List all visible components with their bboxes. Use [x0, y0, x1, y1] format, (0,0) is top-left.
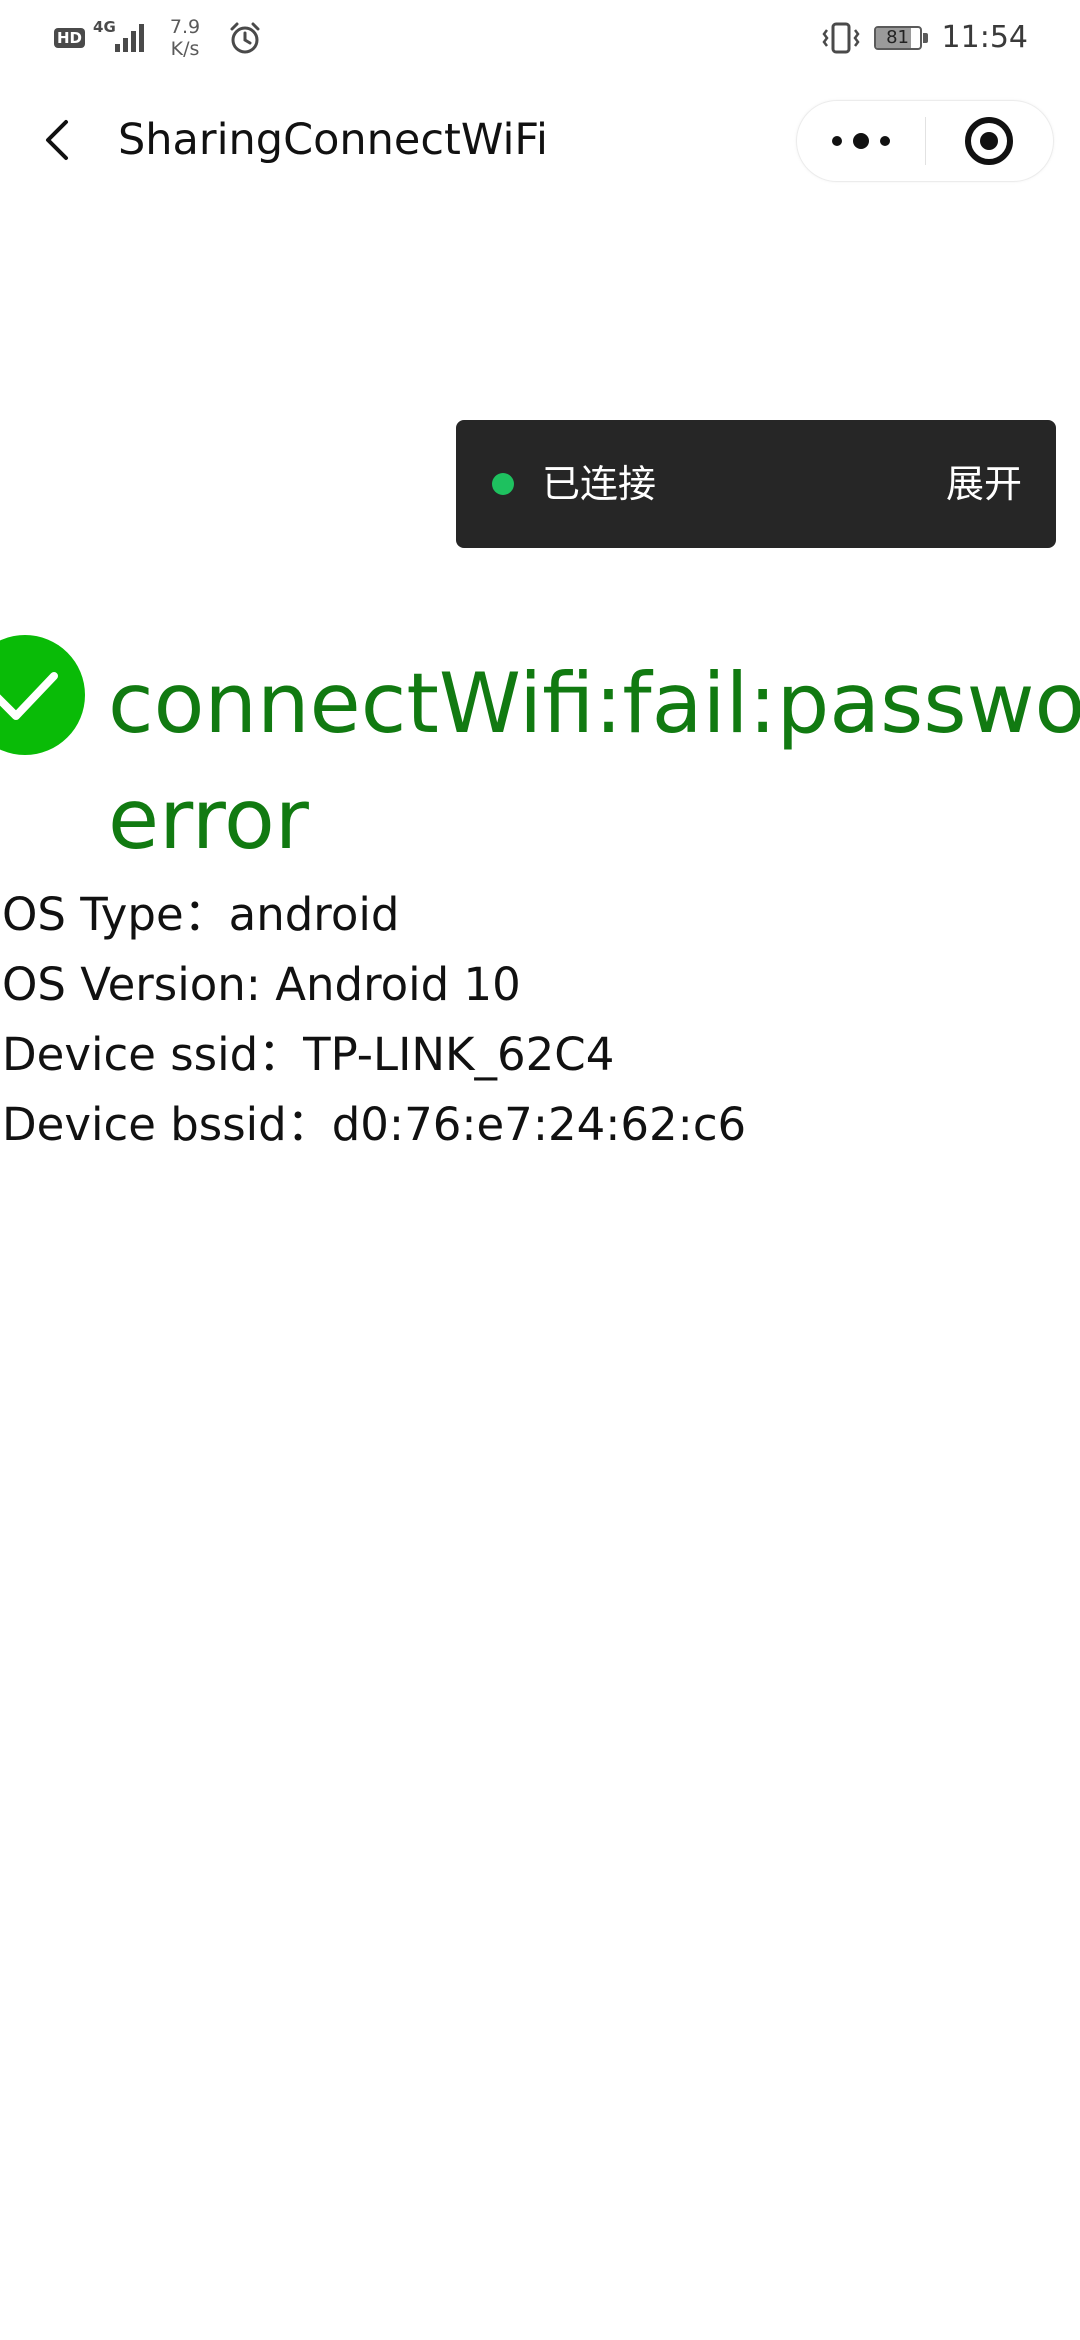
expand-button[interactable]: 展开	[946, 458, 1022, 510]
status-right-group: 81 11:54	[820, 14, 1028, 62]
alarm-icon	[230, 22, 260, 54]
signal-group: 4G	[93, 18, 149, 58]
result-message: connectWifi:fail:password error	[108, 646, 1080, 866]
back-icon[interactable]	[36, 110, 80, 170]
device-info: OS Type：android OS Version: Android 10 D…	[2, 880, 1080, 1160]
more-icon	[832, 133, 890, 149]
page-title: SharingConnectWiFi	[118, 115, 548, 165]
connected-dot-icon	[492, 473, 514, 495]
result-message-line-1: connectWifi:fail:password	[108, 655, 1080, 752]
clock: 11:54	[941, 20, 1028, 55]
vibrate-icon	[821, 22, 860, 54]
mini-program-capsule	[796, 100, 1054, 182]
connection-status-text: 已连接	[542, 462, 657, 506]
result-message-line-2: error	[108, 771, 309, 866]
more-button[interactable]	[797, 101, 925, 181]
nav-bar: SharingConnectWiFi	[0, 90, 1080, 190]
close-mini-program-icon	[965, 117, 1013, 165]
os-type-text: OS Type：android	[2, 888, 400, 941]
battery-cap	[922, 33, 928, 43]
os-version-text: OS Version: Android 10	[2, 958, 521, 1011]
status-bar: HD 4G 7.9 K/s 81 11:54	[0, 0, 1080, 76]
battery-icon: 81	[873, 24, 932, 52]
close-mini-program-button[interactable]	[926, 101, 1054, 181]
network-speed-value: 7.9	[169, 16, 201, 38]
success-check-icon	[0, 635, 85, 755]
device-ssid-text: Device ssid：TP-LINK_62C4	[2, 1028, 615, 1081]
network-speed: 7.9 K/s	[165, 16, 205, 60]
device-bssid-text: Device bssid：d0:76:e7:24:62:c6	[2, 1098, 747, 1151]
hd-icon: HD	[54, 28, 86, 48]
battery-level: 81	[886, 27, 909, 48]
connection-status-toast: 已连接 展开	[456, 420, 1056, 548]
network-speed-unit: K/s	[170, 38, 200, 60]
status-left-group: HD 4G 7.9 K/s	[54, 14, 263, 62]
signal-icon	[115, 24, 145, 52]
